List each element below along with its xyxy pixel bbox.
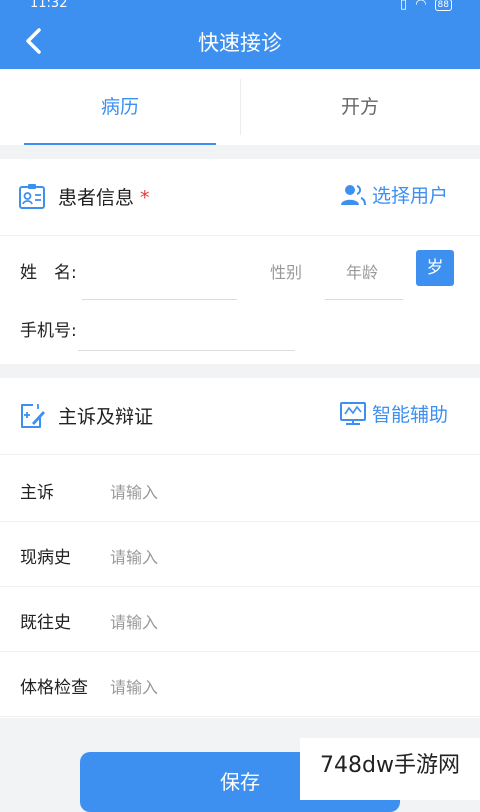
complaint-title: 主诉及辩证 — [58, 406, 154, 428]
battery-icon: 88 — [434, 0, 452, 11]
past-history-input[interactable]: 请输入 — [110, 609, 158, 633]
wifi-icon: ◠ — [415, 0, 427, 12]
required-star: * — [140, 187, 150, 209]
name-input[interactable] — [82, 299, 237, 300]
edit-note-icon — [21, 404, 45, 428]
row-label: 现病史 — [20, 548, 71, 568]
watermark: 748dw手游网 — [300, 738, 480, 800]
chief-complaint-row[interactable]: 主诉 请输入 — [0, 456, 480, 522]
status-bar: 11:32 ▯ ◠ 88 — [0, 0, 480, 14]
tab-medical-record[interactable]: 病历 — [0, 69, 240, 145]
select-user-label: 选择用户 — [371, 185, 448, 207]
age-unit-button[interactable]: 岁 — [416, 250, 454, 286]
tab-bar: 病历 开方 — [0, 69, 480, 145]
smart-assist-label: 智能辅助 — [371, 404, 448, 426]
name-label: 姓 名: — [20, 263, 77, 283]
gender-select[interactable]: 性别 — [270, 259, 302, 283]
patient-info-title: 患者信息 * — [58, 183, 150, 210]
signal-icon: ▯ — [400, 0, 408, 12]
page-title: 快速接诊 — [198, 31, 282, 55]
phone-label: 手机号: — [20, 321, 77, 341]
smart-assist-button[interactable]: 智能辅助 — [339, 400, 448, 427]
row-label: 既往史 — [20, 613, 71, 633]
select-user-button[interactable]: 选择用户 — [340, 181, 448, 208]
id-card-icon — [19, 184, 45, 209]
age-input[interactable]: 年龄 — [346, 259, 378, 283]
monitor-icon — [339, 401, 366, 425]
physical-exam-input[interactable]: 请输入 — [110, 674, 158, 698]
past-history-row[interactable]: 既往史 请输入 — [0, 586, 480, 652]
users-icon — [340, 184, 366, 205]
row-label: 主诉 — [20, 483, 54, 503]
status-time: 11:32 — [30, 0, 68, 11]
chief-complaint-input[interactable]: 请输入 — [110, 479, 158, 503]
age-input-underline — [325, 299, 403, 300]
present-illness-input[interactable]: 请输入 — [110, 544, 158, 568]
nav-bar: 快速接诊 — [0, 14, 480, 69]
active-tab-indicator — [24, 143, 216, 145]
patient-info-title-text: 患者信息 — [58, 187, 135, 209]
complaint-header: 主诉及辩证 智能辅助 — [0, 378, 480, 455]
patient-info-header: 患者信息 * 选择用户 — [0, 159, 480, 236]
present-illness-row[interactable]: 现病史 请输入 — [0, 521, 480, 587]
status-icons: ▯ ◠ 88 — [400, 0, 452, 12]
physical-exam-row[interactable]: 体格检查 请输入 — [0, 651, 480, 717]
tab-prescription[interactable]: 开方 — [240, 69, 480, 145]
row-label: 体格检查 — [20, 678, 88, 698]
phone-input[interactable] — [78, 350, 295, 351]
